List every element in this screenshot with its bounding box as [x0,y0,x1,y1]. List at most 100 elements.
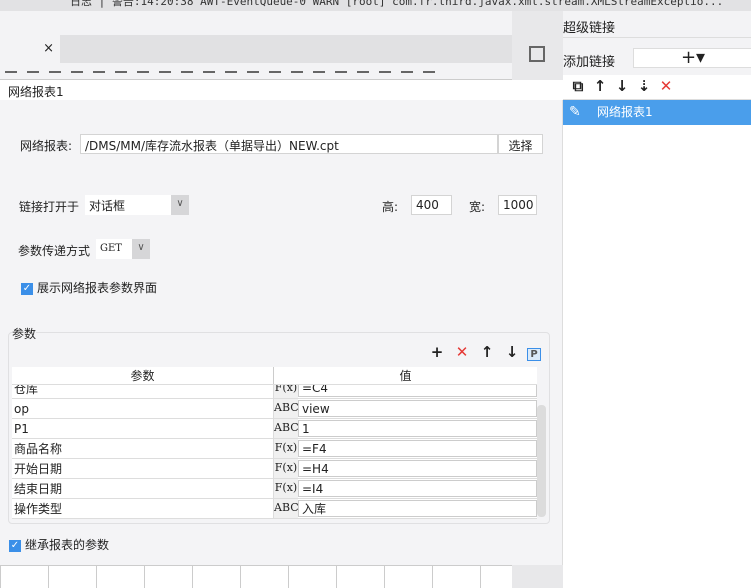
param-value[interactable]: =H4 [298,460,537,477]
add-link-row: 添加链接 +▾ [563,38,751,75]
copy-icon[interactable]: ⧉ [567,77,589,95]
add-link-button[interactable]: +▾ [633,48,751,68]
add-link-label: 添加链接 [563,55,616,70]
open-in-select[interactable]: 对话框 ∨ [85,195,189,215]
link-list-item[interactable]: ✎ 网络报表1 [563,100,751,125]
toolbar-icon[interactable] [93,71,105,79]
toolbar-icon[interactable] [27,71,39,79]
toolbar-icon[interactable] [401,71,413,79]
height-input[interactable]: 400 [411,195,452,215]
toolbar-icon[interactable] [203,71,215,79]
table-row[interactable]: 商品名称 F(x) =F4 [12,439,537,459]
toolbar-icon[interactable] [115,71,127,79]
toolbar-icon[interactable] [379,71,391,79]
log-text: 日志 | 警告:14:20:38 AWT-EventQueue-0 WARN [… [70,0,724,8]
add-icon[interactable]: + [427,343,447,361]
params-table: 参数值 仓库 F(x) =C4 op ABC view P1 ABC 1 商品名称 F(x) =F4 开… [12,367,537,519]
formula-type-icon[interactable]: F(x) [274,439,298,458]
toolbar-icon[interactable] [49,71,61,79]
toolbar-icon[interactable] [335,71,347,79]
chevron-down-icon: ∨ [171,195,189,215]
checkbox-checked-icon[interactable]: ✓ [9,539,21,552]
param-name[interactable]: 操作类型 [12,499,274,518]
close-icon[interactable]: × [43,41,54,56]
toolbar-icon[interactable] [181,71,193,79]
method-value: GET [100,243,122,254]
link-item-label: 网络报表1 [597,105,653,119]
checkbox-checked-icon[interactable]: ✓ [21,282,33,295]
chevron-down-icon: ∨ [132,239,150,259]
toolbar-icon[interactable] [291,71,303,79]
formula-type-icon[interactable]: F(x) [274,459,298,478]
arrow-down-icon[interactable]: ↓ [611,77,633,95]
open-in-label: 链接打开于 [19,200,80,214]
params-panel: + ✕ ↑ ↓ P 参数值 仓库 F(x) =C4 op ABC view P1 ABC 1 商品名称 F(… [8,332,550,524]
param-value[interactable]: 1 [298,420,537,437]
string-type-icon[interactable]: ABC [274,499,299,518]
column-header-value: 值 [399,369,412,383]
param-name[interactable]: 开始日期 [12,459,274,478]
tab-report[interactable]: × [0,35,60,63]
method-select[interactable]: GET ∨ [96,239,150,259]
param-name[interactable]: P1 [12,419,274,438]
param-name[interactable]: op [12,399,274,418]
string-type-icon[interactable]: ABC [274,399,299,418]
delete-icon[interactable]: ✕ [452,343,472,361]
table-row[interactable]: P1 ABC 1 [12,419,537,439]
sort-icon[interactable]: ⇣ [633,77,655,95]
arrow-up-icon[interactable]: ↑ [589,77,611,95]
show-params-checkbox[interactable]: ✓ 展示网络报表参数界面 [21,279,157,296]
table-row[interactable]: 开始日期 F(x) =H4 [12,459,537,479]
delete-icon[interactable]: ✕ [655,77,677,95]
table-row[interactable]: 结束日期 F(x) =I4 [12,479,537,499]
panel-title: 超级链接 [563,21,616,36]
param-value[interactable]: 入库 [298,500,537,517]
width-input[interactable]: 1000 [498,195,537,215]
toolbar-icon[interactable] [225,71,237,79]
editor-top [0,11,512,35]
toolbar-icon[interactable] [247,71,259,79]
param-name[interactable]: 仓库 [12,385,274,398]
table-row[interactable]: 操作类型 ABC 入库 [12,499,537,519]
toolbar-icon[interactable] [71,71,83,79]
scrollbar[interactable] [537,405,546,517]
toolbar-icon[interactable] [357,71,369,79]
open-in-value: 对话框 [89,199,126,213]
inherit-params-label: 继承报表的参数 [25,538,110,552]
toolbar-icon[interactable] [269,71,281,79]
param-name[interactable]: 商品名称 [12,439,274,458]
toolbar-icon[interactable] [423,71,435,79]
toolbar-icon[interactable] [5,71,17,79]
width-label: 宽: [469,200,486,214]
dialog-title: 网络报表1 [0,80,563,100]
params-toolbar: + ✕ ↑ ↓ P [422,343,541,361]
params-title: 参数 [12,325,37,342]
toolbar-icon[interactable] [313,71,325,79]
panel-header: 超级链接 [563,11,751,38]
parameter-icon[interactable]: P [527,348,541,361]
formula-type-icon[interactable]: F(x) [274,385,298,398]
param-value[interactable]: =C4 [298,385,537,397]
string-type-icon[interactable]: ABC [274,419,299,438]
inherit-params-checkbox[interactable]: ✓ 继承报表的参数 [9,536,109,553]
param-value[interactable]: =I4 [298,480,537,497]
cell-attr-icon[interactable] [529,46,545,62]
choose-button[interactable]: 选择 [498,134,543,154]
param-name[interactable]: 结束日期 [12,479,274,498]
spreadsheet-grid[interactable] [0,565,512,588]
report-label: 网络报表: [20,139,73,153]
table-row[interactable]: 仓库 F(x) =C4 [12,385,537,399]
formula-type-icon[interactable]: F(x) [274,479,298,498]
param-value[interactable]: view [298,400,537,417]
table-row[interactable]: op ABC view [12,399,537,419]
arrow-down-icon[interactable]: ↓ [502,343,522,361]
toolbar [0,63,512,80]
pencil-icon: ✎ [569,104,581,120]
report-path-input[interactable]: /DMS/MM/库存流水报表（单据导出）NEW.cpt [80,134,498,154]
arrow-up-icon[interactable]: ↑ [477,343,497,361]
toolbar-icon[interactable] [159,71,171,79]
param-value[interactable]: =F4 [298,440,537,457]
table-header: 参数 值 [12,367,537,385]
column-header-param: 参数 [12,367,274,384]
toolbar-icon[interactable] [137,71,149,79]
